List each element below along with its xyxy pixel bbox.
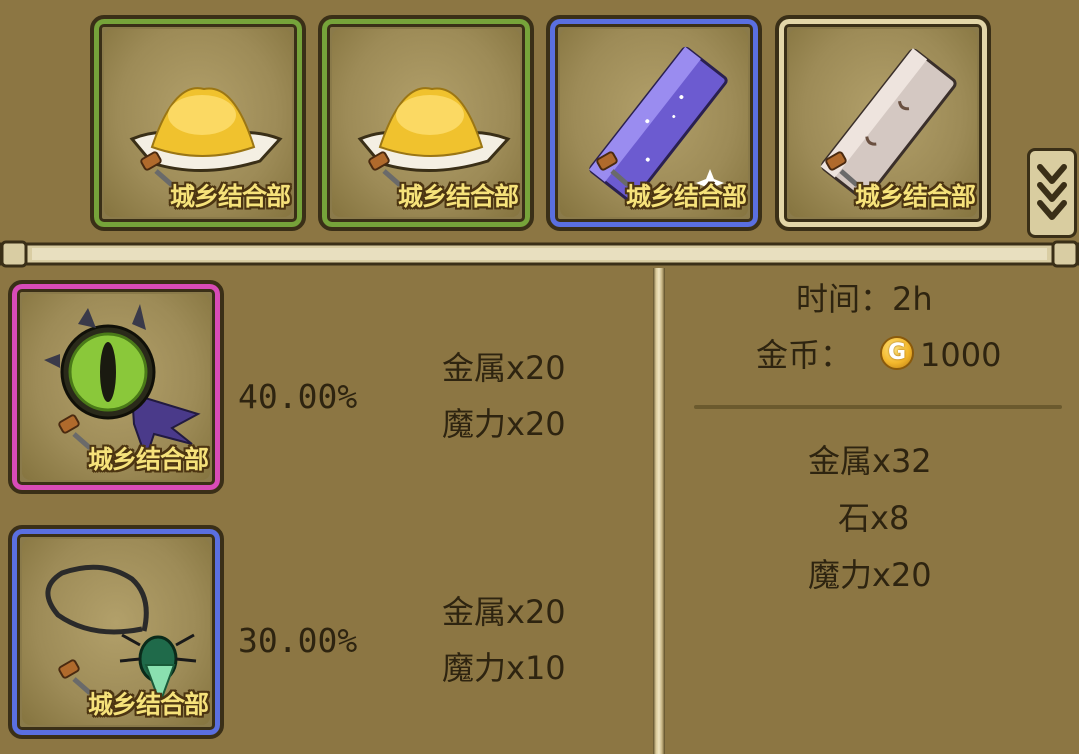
requirement-2: 石x8 [838, 499, 910, 537]
gold-coin-icon: G [880, 336, 914, 370]
requirement-3: 魔力x20 [808, 556, 932, 594]
gold-row: 金币： [756, 339, 852, 371]
output-1-chance: 40.00% [238, 377, 358, 416]
time-label: 时间： [796, 280, 893, 318]
gold-label: 金币： [756, 336, 853, 374]
watermark: 城乡结合部 [625, 182, 747, 211]
watermark: 城乡结合部 [87, 690, 209, 719]
watermark: 城乡结合部 [169, 182, 291, 211]
output-1-cost-2: 魔力x20 [442, 405, 566, 443]
output-2-cost-2: 魔力x10 [442, 649, 566, 687]
gold-value: 1000 [920, 336, 1002, 374]
time-value: 2h [892, 280, 933, 318]
watermark: 城乡结合部 [397, 182, 519, 211]
output-slot-eye-amulet[interactable]: 城乡结合部 [8, 280, 224, 494]
output-slot-beetle-necklace[interactable]: 城乡结合部 [8, 525, 224, 739]
material-slot-3[interactable]: 城乡结合部 [546, 15, 762, 231]
watermark: 城乡结合部 [87, 445, 209, 474]
vertical-divider [653, 268, 665, 754]
watermark: 城乡结合部 [854, 182, 976, 211]
output-2-chance: 30.00% [238, 621, 358, 660]
material-slot-4[interactable]: 城乡结合部 [775, 15, 991, 231]
requirement-1: 金属x32 [808, 442, 932, 480]
material-slot-1[interactable]: 城乡结合部 [90, 15, 306, 231]
info-separator [694, 405, 1062, 409]
material-slot-2[interactable]: 城乡结合部 [318, 15, 534, 231]
scroll-down-button[interactable] [1027, 148, 1077, 238]
double-chevron-down-icon [1037, 164, 1067, 220]
output-2-cost-1: 金属x20 [442, 593, 566, 631]
time-row: 时间：2h [796, 283, 933, 315]
horizontal-divider-bar [0, 240, 1079, 268]
output-1-cost-1: 金属x20 [442, 349, 566, 387]
